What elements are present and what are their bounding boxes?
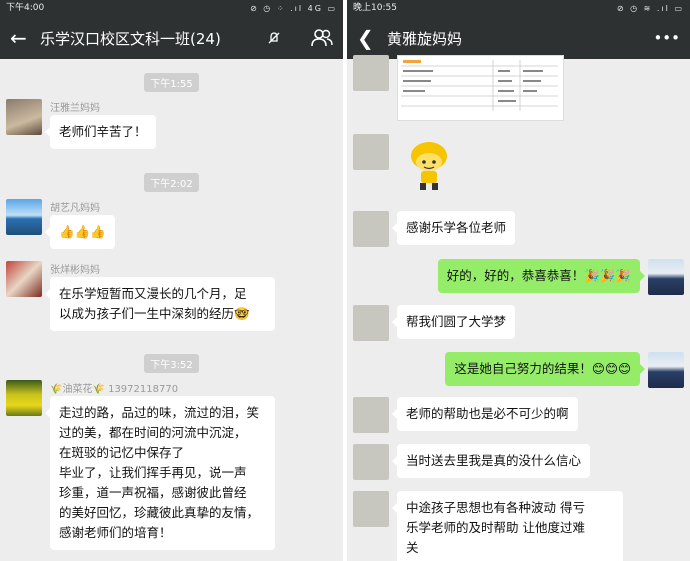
message-bubble[interactable]: 老师们辛苦了！ — [45, 115, 156, 149]
avatar[interactable] — [353, 305, 389, 341]
mute-icon — [268, 32, 280, 44]
avatar-self[interactable] — [648, 352, 684, 388]
message-bubble[interactable]: 中途孩子思想也有各种波动 得亏 乐学老师的及时帮助 让他度过难 关 — [392, 491, 623, 561]
message-bubble[interactable]: 在乐学短暂而又漫长的几个月，足 以成为孩子们一生中深刻的经历🤓 — [45, 277, 275, 331]
message-bubble[interactable]: 👍👍👍 — [45, 215, 115, 249]
private-chat-screen: 晚上10:55 ⊘ ◷ ≋ .ıl ▭ ❮ 黄雅旋妈妈 ••• 感谢乐学各位老师… — [347, 0, 690, 561]
status-time: 晚上10:55 — [353, 3, 397, 13]
status-icons: ⊘ ◷ ⁘ .ıl 4G ▭ — [250, 4, 337, 13]
avatar[interactable] — [6, 380, 42, 416]
avatar[interactable] — [353, 397, 389, 433]
timestamp: 下午2:02 — [0, 172, 343, 192]
avatar[interactable] — [6, 199, 42, 235]
avatar[interactable] — [353, 55, 389, 91]
sender-name: 张烊彬妈妈 — [50, 265, 100, 276]
message-list[interactable]: 感谢乐学各位老师 好的，好的，恭喜恭喜！🎉🎉🎉 帮我们圆了大学梦 这是她自己努力… — [347, 55, 690, 561]
status-icons: ⊘ ◷ ≋ .ıl ▭ — [616, 4, 684, 13]
message-bubble[interactable]: 老师的帮助也是必不可少的啊 — [392, 397, 578, 431]
sender-name: 胡艺凡妈妈 — [50, 203, 100, 214]
message-bubble[interactable]: 这是她自己努力的结果！😊😊😊 — [445, 352, 645, 386]
avatar[interactable] — [6, 261, 42, 297]
status-bar: 下午4:00 ⊘ ◷ ⁘ .ıl 4G ▭ — [0, 0, 343, 17]
sticker-icon[interactable] — [407, 140, 451, 194]
image-message[interactable] — [397, 55, 564, 121]
message-bubble[interactable]: 走过的路，品过的味，流过的泪，笑 过的美，都在时间的河流中沉淀， 在斑驳的记忆中… — [45, 396, 275, 550]
timestamp: 下午3:52 — [0, 353, 343, 373]
message-bubble[interactable]: 好的，好的，恭喜恭喜！🎉🎉🎉 — [437, 259, 646, 293]
avatar[interactable] — [6, 99, 42, 135]
chat-header: ❮ 黄雅旋妈妈 ••• — [347, 17, 690, 59]
sender-name: 🌾油菜花🌾 13972118770 — [50, 384, 179, 395]
back-arrow-icon[interactable]: ← — [10, 26, 40, 50]
chat-header: ← 乐学汉口校区文科一班(24) — [0, 17, 343, 59]
avatar[interactable] — [353, 134, 389, 170]
back-chevron-icon[interactable]: ❮ — [357, 26, 387, 50]
contact-title: 黄雅旋妈妈 — [387, 29, 463, 48]
group-title: 乐学汉口校区文科一班(24) — [40, 29, 221, 48]
message-bubble[interactable]: 感谢乐学各位老师 — [391, 211, 516, 245]
sender-name: 汪雅兰妈妈 — [50, 103, 100, 114]
avatar[interactable] — [353, 491, 389, 527]
message-bubble[interactable]: 帮我们圆了大学梦 — [391, 305, 516, 339]
group-members-icon[interactable] — [311, 29, 333, 47]
group-chat-screen: 下午4:00 ⊘ ◷ ⁘ .ıl 4G ▭ ← 乐学汉口校区文科一班(24) 下… — [0, 0, 343, 561]
document-image — [398, 56, 563, 118]
message-list[interactable]: 下午1:55 汪雅兰妈妈 老师们辛苦了！ 下午2:02 胡艺凡妈妈 👍👍👍 张烊… — [0, 59, 343, 561]
timestamp: 下午1:55 — [0, 72, 343, 92]
status-bar: 晚上10:55 ⊘ ◷ ≋ .ıl ▭ — [347, 0, 690, 17]
avatar[interactable] — [353, 211, 389, 247]
avatar-self[interactable] — [648, 259, 684, 295]
status-time: 下午4:00 — [6, 3, 45, 13]
avatar[interactable] — [353, 444, 389, 480]
more-icon[interactable]: ••• — [653, 29, 680, 47]
message-bubble[interactable]: 当时送去里我是真的没什么信心 — [391, 444, 591, 478]
